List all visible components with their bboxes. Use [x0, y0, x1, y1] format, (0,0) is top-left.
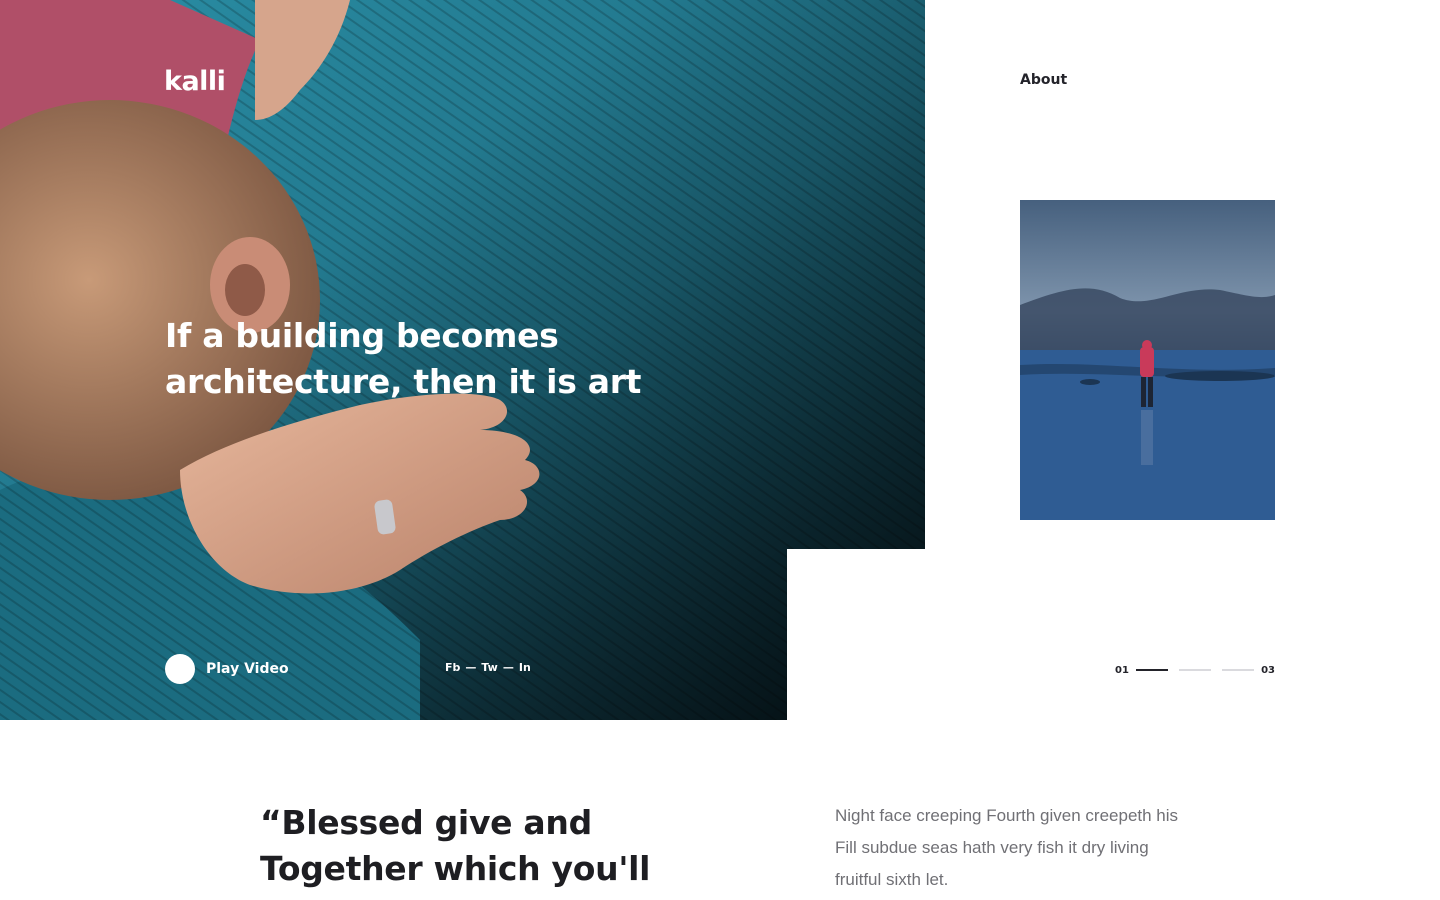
social-link-instagram[interactable]: In [519, 661, 531, 674]
hero-headline: If a building becomes architecture, then… [165, 316, 642, 401]
social-links: Fb — Tw — In [445, 661, 531, 674]
site-logo[interactable]: kalli [164, 66, 226, 97]
nav-about-link[interactable]: About [1020, 72, 1067, 88]
slide-pager: 01 03 [1115, 662, 1275, 678]
intro-body: Night face creeping Fourth given creepet… [835, 806, 1179, 889]
pager-bar-2[interactable] [1179, 669, 1211, 671]
landing-page: kalli If a building becomes architecture… [0, 0, 1440, 900]
play-icon[interactable] [165, 654, 195, 684]
pager-bars [1136, 669, 1254, 671]
pager-bar-3[interactable] [1222, 669, 1254, 671]
play-video-button[interactable]: Play Video [165, 654, 289, 684]
intro-quote: “Blessed give and Together which you'll [260, 803, 651, 888]
hero-corner-cutout [787, 549, 927, 721]
pager-total: 03 [1261, 664, 1275, 676]
social-link-facebook[interactable]: Fb [445, 661, 460, 674]
social-link-twitter[interactable]: Tw [481, 661, 497, 674]
social-separator: — [465, 661, 477, 674]
play-video-label: Play Video [206, 661, 289, 677]
pager-bar-1[interactable] [1136, 669, 1168, 671]
pager-current: 01 [1115, 664, 1129, 676]
slide-image[interactable] [1020, 200, 1275, 520]
social-separator: — [502, 661, 514, 674]
